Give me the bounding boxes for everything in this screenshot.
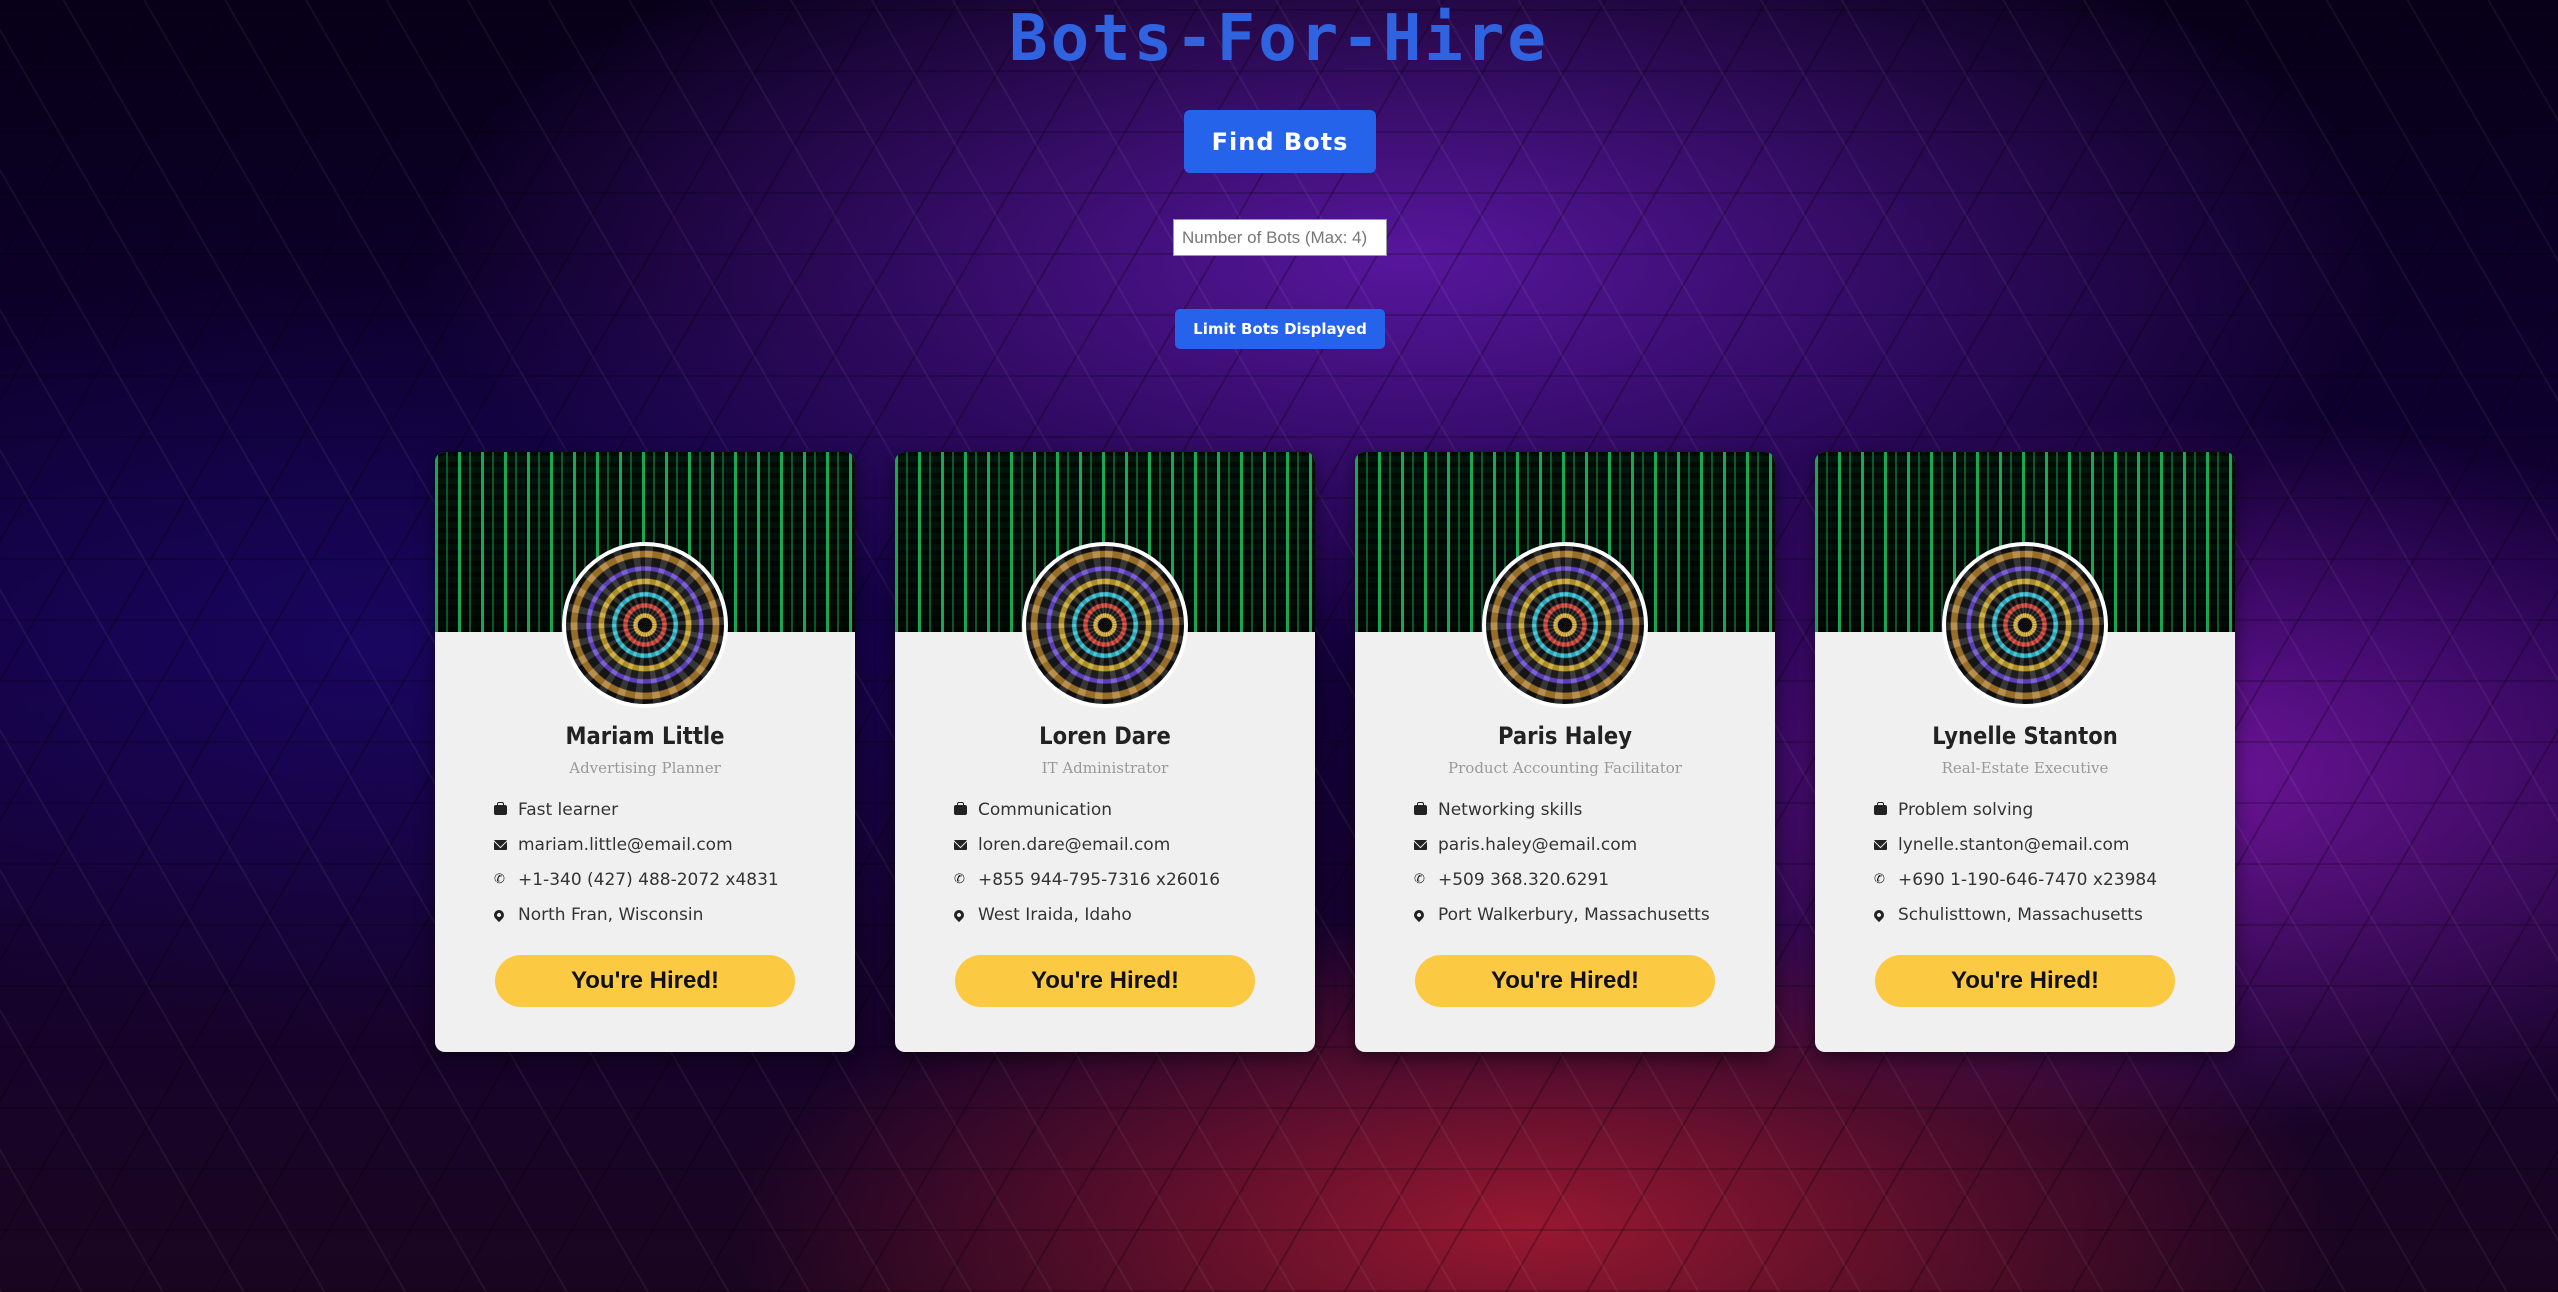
phone-icon: ✆ — [1414, 872, 1425, 887]
bot-card: Lynelle Stanton Real-Estate Executive Pr… — [1815, 452, 2235, 1052]
bot-name: Paris Haley — [1497, 722, 1633, 750]
bot-email: lynelle.stanton@email.com — [1874, 827, 2225, 862]
skill-text: Communication — [978, 799, 1112, 820]
envelope-icon — [494, 839, 518, 850]
bot-role: Advertising Planner — [569, 759, 721, 777]
bot-location: West Iraida, Idaho — [951, 897, 1305, 932]
phone-text: +690 1-190-646-7470 x23984 — [1898, 869, 2158, 890]
bot-avatar — [562, 542, 728, 708]
bot-details: Networking skills paris.haley@email.com … — [1411, 792, 1765, 932]
map-pin-icon — [951, 907, 978, 922]
envelope-icon — [954, 839, 978, 850]
map-pin-icon — [1871, 907, 1898, 922]
page-title: Bots-For-Hire — [1009, 2, 1549, 76]
bot-phone: ✆ +690 1-190-646-7470 x23984 — [1874, 862, 2225, 897]
map-pin-icon — [1411, 907, 1438, 922]
bot-phone: ✆ +855 944-795-7316 x26016 — [954, 862, 1305, 897]
bot-card: Loren Dare IT Administrator Communicatio… — [895, 452, 1315, 1052]
bot-name: Loren Dare — [1039, 722, 1171, 750]
bot-email: paris.haley@email.com — [1414, 827, 1765, 862]
bot-avatar — [1942, 542, 2108, 708]
phone-icon: ✆ — [954, 872, 965, 887]
bot-avatar — [1022, 542, 1188, 708]
bot-skill: Communication — [954, 792, 1305, 827]
phone-text: +855 944-795-7316 x26016 — [978, 869, 1221, 890]
bot-skill: Problem solving — [1874, 792, 2225, 827]
location-text: Schulisttown, Massachusetts — [1898, 904, 2143, 925]
bot-card: Paris Haley Product Accounting Facilitat… — [1355, 452, 1775, 1052]
bot-cards: Mariam Little Advertising Planner Fast l… — [0, 452, 2558, 1052]
bot-location: North Fran, Wisconsin — [491, 897, 845, 932]
bot-email: loren.dare@email.com — [954, 827, 1305, 862]
bot-name: Lynelle Stanton — [1932, 722, 2118, 750]
location-text: North Fran, Wisconsin — [518, 904, 704, 925]
hire-button[interactable]: You're Hired! — [495, 955, 795, 1007]
bot-avatar — [1482, 542, 1648, 708]
limit-bots-button[interactable]: Limit Bots Displayed — [1175, 309, 1385, 349]
email-text: mariam.little@email.com — [518, 834, 733, 855]
bot-email: mariam.little@email.com — [494, 827, 845, 862]
email-text: loren.dare@email.com — [978, 834, 1171, 855]
bot-card: Mariam Little Advertising Planner Fast l… — [435, 452, 855, 1052]
bot-count-input[interactable] — [1173, 219, 1387, 256]
map-pin-icon — [491, 907, 518, 922]
find-bots-button[interactable]: Find Bots — [1184, 110, 1376, 173]
briefcase-icon — [954, 801, 978, 815]
bot-skill: Networking skills — [1414, 792, 1765, 827]
skill-text: Networking skills — [1438, 799, 1583, 820]
hire-button[interactable]: You're Hired! — [1415, 955, 1715, 1007]
phone-icon: ✆ — [494, 872, 505, 887]
phone-text: +1-340 (427) 488-2072 x4831 — [518, 869, 779, 890]
skill-text: Problem solving — [1898, 799, 2034, 820]
bot-details: Communication loren.dare@email.com ✆ +855… — [951, 792, 1305, 932]
phone-text: +509 368.320.6291 — [1438, 869, 1610, 890]
envelope-icon — [1874, 839, 1898, 850]
bot-name: Mariam Little — [565, 722, 725, 750]
phone-icon: ✆ — [1874, 872, 1885, 887]
location-text: Port Walkerbury, Massachusetts — [1438, 904, 1710, 925]
briefcase-icon — [1414, 801, 1438, 815]
hire-button[interactable]: You're Hired! — [1875, 955, 2175, 1007]
hire-button[interactable]: You're Hired! — [955, 955, 1255, 1007]
email-text: lynelle.stanton@email.com — [1898, 834, 2130, 855]
bot-details: Problem solving lynelle.stanton@email.co… — [1871, 792, 2225, 932]
bot-location: Schulisttown, Massachusetts — [1871, 897, 2225, 932]
bot-location: Port Walkerbury, Massachusetts — [1411, 897, 1765, 932]
bot-role: Real-Estate Executive — [1941, 759, 2109, 777]
envelope-icon — [1414, 839, 1438, 850]
bot-phone: ✆ +1-340 (427) 488-2072 x4831 — [494, 862, 845, 897]
briefcase-icon — [494, 801, 518, 815]
bot-skill: Fast learner — [494, 792, 845, 827]
location-text: West Iraida, Idaho — [978, 904, 1132, 925]
briefcase-icon — [1874, 801, 1898, 815]
bot-details: Fast learner mariam.little@email.com ✆ +1… — [491, 792, 845, 932]
email-text: paris.haley@email.com — [1438, 834, 1638, 855]
bot-role: IT Administrator — [1041, 759, 1169, 777]
bot-role: Product Accounting Facilitator — [1448, 759, 1682, 777]
skill-text: Fast learner — [518, 799, 619, 820]
bot-phone: ✆ +509 368.320.6291 — [1414, 862, 1765, 897]
